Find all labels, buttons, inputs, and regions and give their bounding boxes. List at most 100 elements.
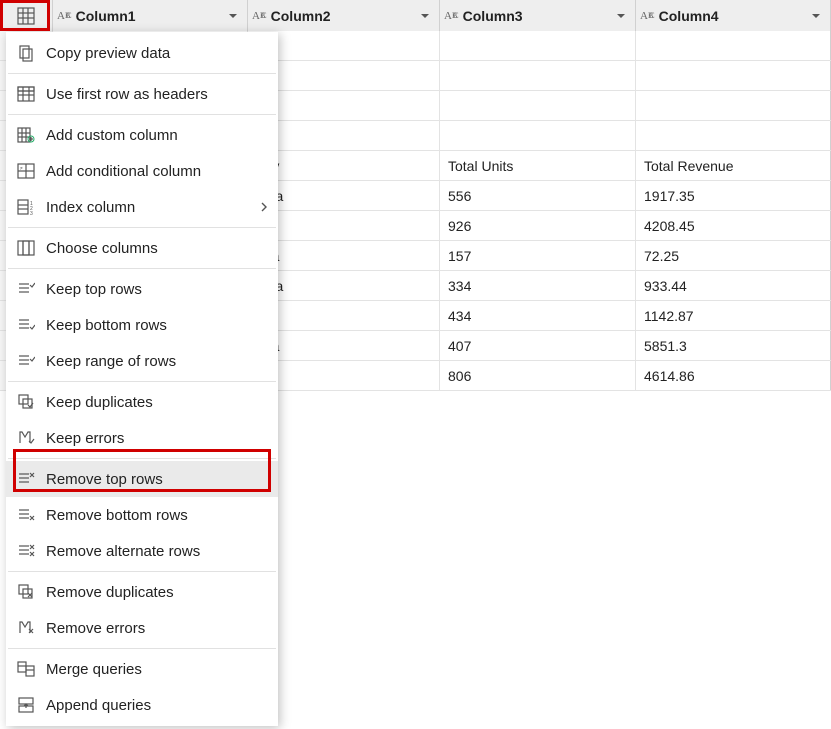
cell[interactable]: [440, 91, 636, 120]
menu-label: Remove errors: [46, 620, 145, 637]
column-name: Column1: [76, 8, 225, 24]
cell[interactable]: [636, 121, 831, 150]
menu-merge-queries[interactable]: Merge queries: [6, 651, 278, 687]
column-name: Column3: [463, 8, 613, 24]
column-header-4[interactable]: ABC Column4: [636, 0, 831, 31]
remove-top-icon: [14, 469, 38, 489]
append-queries-icon: [14, 695, 38, 715]
column-name: Column2: [271, 8, 417, 24]
table-menu-button[interactable]: [0, 0, 53, 31]
remove-bottom-icon: [14, 505, 38, 525]
type-text-icon: ABC: [252, 10, 267, 22]
menu-choose-columns[interactable]: Choose columns: [6, 230, 278, 266]
type-text-icon: ABC: [57, 10, 72, 22]
copy-icon: [14, 43, 38, 63]
type-text-icon: ABC: [640, 10, 655, 22]
menu-label: Use first row as headers: [46, 86, 208, 103]
cell[interactable]: 556: [440, 181, 636, 210]
menu-separator: [8, 648, 276, 649]
menu-label: Index column: [46, 199, 135, 216]
filter-dropdown-icon[interactable]: [417, 8, 433, 24]
cell[interactable]: 434: [440, 301, 636, 330]
menu-label: Remove top rows: [46, 471, 163, 488]
menu-label: Keep errors: [46, 430, 124, 447]
keep-range-icon: [14, 351, 38, 371]
remove-errors-icon: [14, 618, 38, 638]
menu-copy-preview-data[interactable]: Copy preview data: [6, 35, 278, 71]
menu-separator: [8, 114, 276, 115]
table-context-menu: Copy preview data Use first row as heade…: [6, 32, 278, 726]
remove-alternate-icon: [14, 541, 38, 561]
column-header-2[interactable]: ABC Column2: [248, 0, 440, 31]
cell[interactable]: [636, 61, 831, 90]
menu-label: Remove bottom rows: [46, 507, 188, 524]
cell[interactable]: [636, 31, 831, 60]
filter-dropdown-icon[interactable]: [225, 8, 241, 24]
type-text-icon: ABC: [444, 10, 459, 22]
menu-remove-alternate-rows[interactable]: Remove alternate rows: [6, 533, 278, 569]
svg-text:≠: ≠: [20, 166, 23, 172]
menu-keep-bottom-rows[interactable]: Keep bottom rows: [6, 307, 278, 343]
cell[interactable]: 933.44: [636, 271, 831, 300]
cell[interactable]: 72.25: [636, 241, 831, 270]
filter-dropdown-icon[interactable]: [613, 8, 629, 24]
menu-label: Choose columns: [46, 240, 158, 257]
menu-keep-top-rows[interactable]: Keep top rows: [6, 271, 278, 307]
cell[interactable]: 806: [440, 361, 636, 390]
column-header-1[interactable]: ABC Column1: [53, 0, 248, 31]
cell[interactable]: 1142.87: [636, 301, 831, 330]
cell[interactable]: [440, 31, 636, 60]
remove-duplicates-icon: [14, 582, 38, 602]
menu-label: Keep bottom rows: [46, 317, 167, 334]
menu-use-first-row-as-headers[interactable]: Use first row as headers: [6, 76, 278, 112]
menu-remove-top-rows[interactable]: Remove top rows: [6, 461, 278, 497]
svg-text:3: 3: [30, 211, 33, 216]
keep-bottom-icon: [14, 315, 38, 335]
menu-label: Merge queries: [46, 661, 142, 678]
cell[interactable]: 334: [440, 271, 636, 300]
cell[interactable]: Total Revenue: [636, 151, 831, 180]
cell[interactable]: 926: [440, 211, 636, 240]
menu-separator: [8, 73, 276, 74]
headers-icon: [14, 84, 38, 104]
column-header-row: ABC Column1 ABC Column2 ABC Column3 ABC …: [0, 0, 831, 31]
menu-label: Add conditional column: [46, 163, 201, 180]
keep-duplicates-icon: [14, 392, 38, 412]
menu-label: Remove duplicates: [46, 584, 174, 601]
cell[interactable]: [440, 121, 636, 150]
cell[interactable]: 4614.86: [636, 361, 831, 390]
cell[interactable]: [636, 91, 831, 120]
table-icon: [17, 7, 35, 25]
menu-label: Append queries: [46, 697, 151, 714]
menu-add-custom-column[interactable]: Add custom column: [6, 117, 278, 153]
menu-label: Keep range of rows: [46, 353, 176, 370]
filter-dropdown-icon[interactable]: [808, 8, 824, 24]
cell[interactable]: 407: [440, 331, 636, 360]
cell[interactable]: 4208.45: [636, 211, 831, 240]
column-header-3[interactable]: ABC Column3: [440, 0, 636, 31]
menu-remove-duplicates[interactable]: Remove duplicates: [6, 574, 278, 610]
menu-remove-errors[interactable]: Remove errors: [6, 610, 278, 646]
menu-index-column[interactable]: 123 Index column: [6, 189, 278, 225]
menu-label: Keep duplicates: [46, 394, 153, 411]
menu-keep-duplicates[interactable]: Keep duplicates: [6, 384, 278, 420]
conditional-column-icon: ≠: [14, 161, 38, 181]
cell[interactable]: 5851.3: [636, 331, 831, 360]
menu-label: Add custom column: [46, 127, 178, 144]
menu-separator: [8, 381, 276, 382]
submenu-chevron-icon: [260, 199, 268, 215]
menu-remove-bottom-rows[interactable]: Remove bottom rows: [6, 497, 278, 533]
menu-keep-errors[interactable]: Keep errors: [6, 420, 278, 456]
menu-append-queries[interactable]: Append queries: [6, 687, 278, 723]
cell[interactable]: 1917.35: [636, 181, 831, 210]
index-column-icon: 123: [14, 197, 38, 217]
cell[interactable]: Total Units: [440, 151, 636, 180]
menu-label: Copy preview data: [46, 45, 170, 62]
cell[interactable]: [440, 61, 636, 90]
keep-errors-icon: [14, 428, 38, 448]
cell[interactable]: 157: [440, 241, 636, 270]
menu-add-conditional-column[interactable]: ≠ Add conditional column: [6, 153, 278, 189]
menu-keep-range-of-rows[interactable]: Keep range of rows: [6, 343, 278, 379]
menu-separator: [8, 227, 276, 228]
add-column-icon: [14, 125, 38, 145]
